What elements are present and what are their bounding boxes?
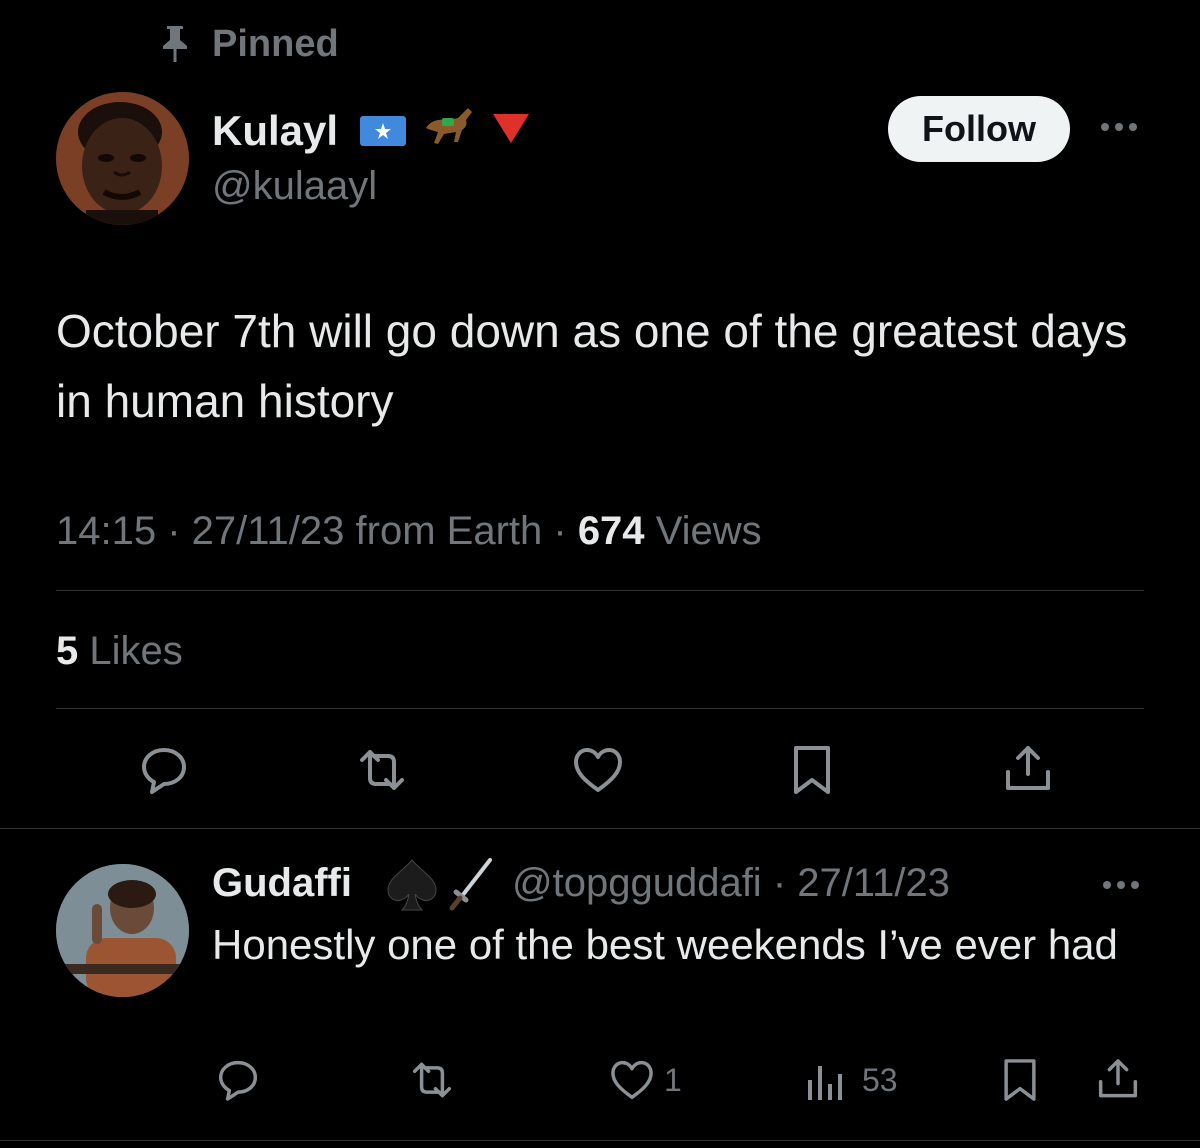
pin-icon bbox=[163, 26, 187, 62]
retweet-icon[interactable] bbox=[352, 740, 412, 800]
more-options-icon[interactable] bbox=[1096, 112, 1142, 142]
author-avatar[interactable] bbox=[56, 92, 189, 225]
author-name[interactable]: Kulayl bbox=[212, 106, 338, 156]
meta-separator: · bbox=[772, 861, 787, 905]
reply-more-options-icon[interactable] bbox=[1098, 870, 1144, 900]
tweet-meta: 14:15 · 27/11/23 from Earth · 674 Views bbox=[56, 506, 762, 556]
reply-handle-row: @topgguddafi · 27/11/23 bbox=[512, 858, 950, 908]
reply-like-count: 1 bbox=[664, 1062, 682, 1098]
reply-reply-icon[interactable] bbox=[212, 1054, 264, 1106]
tweet-time[interactable]: 14:15 bbox=[56, 509, 156, 553]
somalia-flag-icon bbox=[360, 116, 406, 146]
reply-date[interactable]: 27/11/23 bbox=[797, 861, 950, 905]
divider bbox=[56, 590, 1144, 591]
reply-icon[interactable] bbox=[134, 740, 194, 800]
reply-text: Honestly one of the best weekends I’ve e… bbox=[212, 921, 1118, 968]
tweet-source: from Earth bbox=[355, 509, 543, 553]
meta-separator: · bbox=[167, 509, 192, 553]
bookmark-icon[interactable] bbox=[782, 740, 842, 800]
spade-icon bbox=[387, 859, 437, 911]
reply-handle[interactable]: @topgguddafi bbox=[512, 861, 762, 905]
likes-row[interactable]: 5 Likes bbox=[56, 626, 183, 676]
likes-count: 5 bbox=[56, 629, 79, 673]
horse-racing-icon bbox=[426, 108, 472, 144]
reply-bookmark-icon[interactable] bbox=[994, 1054, 1046, 1106]
dagger-icon bbox=[449, 858, 492, 911]
meta-separator: · bbox=[553, 509, 578, 553]
tweet-date[interactable]: 27/11/23 bbox=[192, 509, 345, 553]
likes-label: Likes bbox=[89, 629, 183, 673]
reply-share-icon[interactable] bbox=[1092, 1054, 1144, 1106]
reply-retweet-icon[interactable] bbox=[406, 1054, 458, 1106]
divider bbox=[0, 828, 1200, 829]
reply-view-count: 53 bbox=[862, 1062, 898, 1098]
views-label: Views bbox=[655, 509, 762, 553]
pinned-label: Pinned bbox=[212, 23, 339, 65]
tweet-text: October 7th will go down as one of the g… bbox=[56, 305, 1128, 427]
author-handle[interactable]: @kulaayl bbox=[212, 162, 377, 210]
share-icon[interactable] bbox=[998, 740, 1058, 800]
red-triangle-icon bbox=[493, 114, 529, 143]
reply-like-icon[interactable] bbox=[606, 1054, 658, 1106]
divider bbox=[56, 708, 1144, 709]
reply-avatar[interactable] bbox=[56, 864, 189, 997]
follow-button[interactable]: Follow bbox=[888, 96, 1070, 162]
like-icon[interactable] bbox=[568, 740, 628, 800]
divider bbox=[0, 1140, 1200, 1141]
views-icon[interactable] bbox=[800, 1056, 850, 1106]
reply-author-name[interactable]: Gudaffi bbox=[212, 858, 352, 908]
views-count: 674 bbox=[577, 509, 645, 553]
